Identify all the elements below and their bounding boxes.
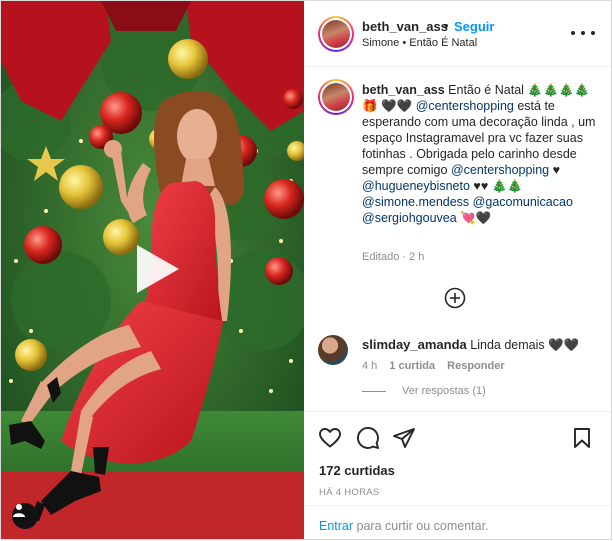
post-video[interactable] — [1, 1, 304, 539]
commenter-username[interactable]: slimday_amanda — [362, 337, 467, 352]
view-replies-button[interactable]: Ver respostas (1) — [362, 385, 486, 397]
caption: beth_van_ass Então é Natal 🎄🎄🎄🎄🎁 🖤🖤 @cen… — [362, 82, 602, 226]
post-location[interactable]: Simone • Então É Natal — [362, 37, 477, 49]
caption-mention[interactable]: @gacomunicacao — [473, 195, 573, 209]
caption-mention[interactable]: @hugueneybisneto — [362, 179, 470, 193]
comment-text: Linda demais 🖤🖤 — [470, 338, 580, 352]
caption-mention[interactable]: @centershopping — [416, 99, 514, 113]
comment-likes[interactable]: 1 curtida — [389, 360, 435, 372]
play-button[interactable] — [123, 237, 187, 301]
author-avatar[interactable] — [318, 16, 354, 52]
comment-body: slimday_amanda Linda demais 🖤🖤 — [362, 337, 602, 353]
caption-mention[interactable]: @simone.mendess — [362, 195, 469, 209]
comment-meta: 4 h 1 curtida Responder — [362, 360, 505, 372]
caption-text-5: ♥♥ 🎄🎄 — [473, 179, 523, 193]
caption-text-2: 🖤🖤 — [381, 99, 413, 113]
load-more-comments-button[interactable] — [444, 287, 466, 309]
plus-circle-icon — [444, 287, 466, 309]
more-options-icon[interactable] — [571, 23, 595, 43]
comment-button[interactable] — [356, 426, 380, 450]
heart-icon — [319, 428, 341, 448]
comment-icon — [357, 427, 379, 449]
login-prompt-text: Entrar para curtir ou comentar. — [319, 519, 489, 533]
user-tag-icon — [13, 504, 25, 517]
login-prompt: Entrar para curtir ou comentar. — [304, 505, 611, 539]
caption-text-4: ♥ — [552, 163, 561, 177]
save-button[interactable] — [570, 426, 594, 450]
comments-area: beth_van_ass Então é Natal 🎄🎄🎄🎄🎁 🖤🖤 @cen… — [304, 67, 611, 411]
caption-text-6: 💘🖤 — [460, 211, 492, 225]
bookmark-icon — [574, 428, 590, 448]
follow-button[interactable]: Seguir — [454, 19, 494, 34]
post-header: beth_van_ass • Seguir Simone • Então É N… — [304, 1, 611, 67]
post-side-panel: beth_van_ass • Seguir Simone • Então É N… — [304, 1, 611, 539]
play-icon — [137, 245, 179, 293]
likes-count[interactable]: 172 curtidas — [319, 463, 395, 478]
caption-username[interactable]: beth_van_ass — [362, 83, 445, 97]
commenter-avatar[interactable] — [318, 335, 348, 365]
post-time: HÁ 4 HORAS — [319, 487, 380, 498]
caption-mention[interactable]: @sergiohgouvea — [362, 211, 457, 225]
like-button[interactable] — [318, 426, 342, 450]
caption-avatar[interactable] — [318, 79, 354, 115]
view-replies-label: Ver respostas (1) — [402, 385, 486, 397]
caption-edited-time: Editado · 2 h — [362, 251, 425, 263]
login-link[interactable]: Entrar — [319, 519, 353, 533]
post-dialog: beth_van_ass • Seguir Simone • Então É N… — [0, 0, 612, 540]
share-button[interactable] — [392, 426, 416, 450]
comment-time: 4 h — [362, 360, 378, 372]
paper-plane-icon — [393, 428, 415, 448]
user-tag-button[interactable] — [12, 503, 38, 529]
author-username[interactable]: beth_van_ass — [362, 19, 448, 34]
replies-divider — [362, 390, 386, 392]
header-separator: • — [444, 18, 449, 33]
caption-mention[interactable]: @centershopping — [451, 163, 549, 177]
login-prompt-label: para curtir ou comentar. — [356, 519, 489, 533]
reply-button[interactable]: Responder — [447, 360, 504, 372]
